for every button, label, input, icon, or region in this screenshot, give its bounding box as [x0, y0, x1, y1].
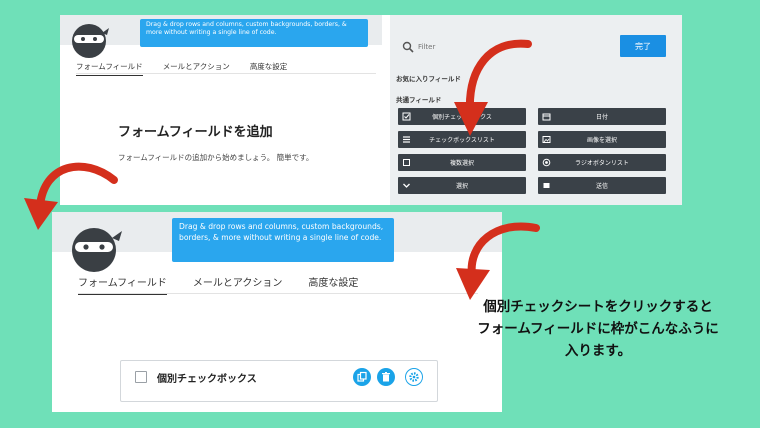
field-button-label: 選択	[455, 183, 468, 190]
tab-bar-large: フォームフィールド メールとアクション 高度な設定	[78, 274, 358, 295]
field-button-multi-select[interactable]: 複数選択	[398, 154, 526, 171]
empty-state-description: フォームフィールドの追加から始めましょう。 簡単です。	[118, 153, 314, 162]
calendar-icon	[542, 113, 551, 121]
divider	[76, 73, 376, 74]
tooltip-small: Drag & drop rows and columns, custom bac…	[140, 19, 368, 47]
list-icon	[403, 136, 410, 143]
tooltip-large: Drag & drop rows and columns, custom bac…	[172, 218, 394, 262]
empty-state-heading: フォームフィールドを追加	[118, 125, 273, 140]
divider	[78, 293, 478, 294]
submit-icon	[543, 183, 550, 188]
field-button-label: 画像を選択	[586, 137, 617, 144]
caption-line: 入ります。	[564, 343, 632, 359]
ninja-logo-icon	[72, 24, 109, 58]
duplicate-button[interactable]	[353, 368, 371, 386]
checkbox-preview	[135, 371, 147, 383]
duplicate-icon	[357, 371, 367, 382]
delete-button[interactable]	[377, 368, 395, 386]
field-button-submit[interactable]: 送信	[538, 177, 666, 194]
radio-icon	[542, 158, 551, 167]
explanation-caption: 個別チェックシートをクリックすると フォームフィールドに枠がこんなふうに 入りま…	[440, 296, 756, 362]
tab-advanced[interactable]: 高度な設定	[308, 274, 358, 295]
field-button-label: 送信	[595, 183, 608, 190]
field-button-date[interactable]: 日付	[538, 108, 666, 125]
field-button-radio-list[interactable]: ラジオボタンリスト	[538, 154, 666, 171]
curved-arrow-icon	[454, 39, 532, 136]
field-button-label: 日付	[595, 114, 608, 121]
common-section-label: 共通フィールド	[396, 96, 442, 104]
image-icon	[542, 136, 551, 143]
square-icon	[403, 159, 410, 166]
done-button[interactable]: 完了	[620, 35, 666, 57]
field-button-select-image[interactable]: 画像を選択	[538, 131, 666, 148]
caption-line: フォームフィールドに枠がこんなふうに	[477, 321, 719, 337]
tab-form-fields[interactable]: フォームフィールド	[78, 274, 167, 295]
field-button-select[interactable]: 選択	[398, 177, 526, 194]
gear-icon	[408, 371, 419, 382]
trash-icon	[382, 372, 390, 382]
builder-screenshot-before: Drag & drop rows and columns, custom bac…	[60, 15, 682, 205]
curved-arrow-icon	[456, 222, 540, 300]
tab-emails-actions[interactable]: メールとアクション	[193, 274, 283, 295]
search-icon	[402, 41, 414, 53]
builder-screenshot-after: Drag & drop rows and columns, custom bac…	[52, 212, 502, 412]
chevron-down-icon	[403, 183, 410, 188]
field-button-label: ラジオボタンリスト	[575, 160, 629, 167]
field-button-label: 複数選択	[449, 160, 474, 167]
curved-arrow-icon	[24, 162, 118, 230]
checkbox-icon	[402, 112, 411, 121]
single-checkbox-field-card[interactable]: 個別チェックボックス	[120, 360, 438, 402]
field-card-label: 個別チェックボックス	[157, 374, 257, 385]
settings-button[interactable]	[405, 368, 423, 386]
